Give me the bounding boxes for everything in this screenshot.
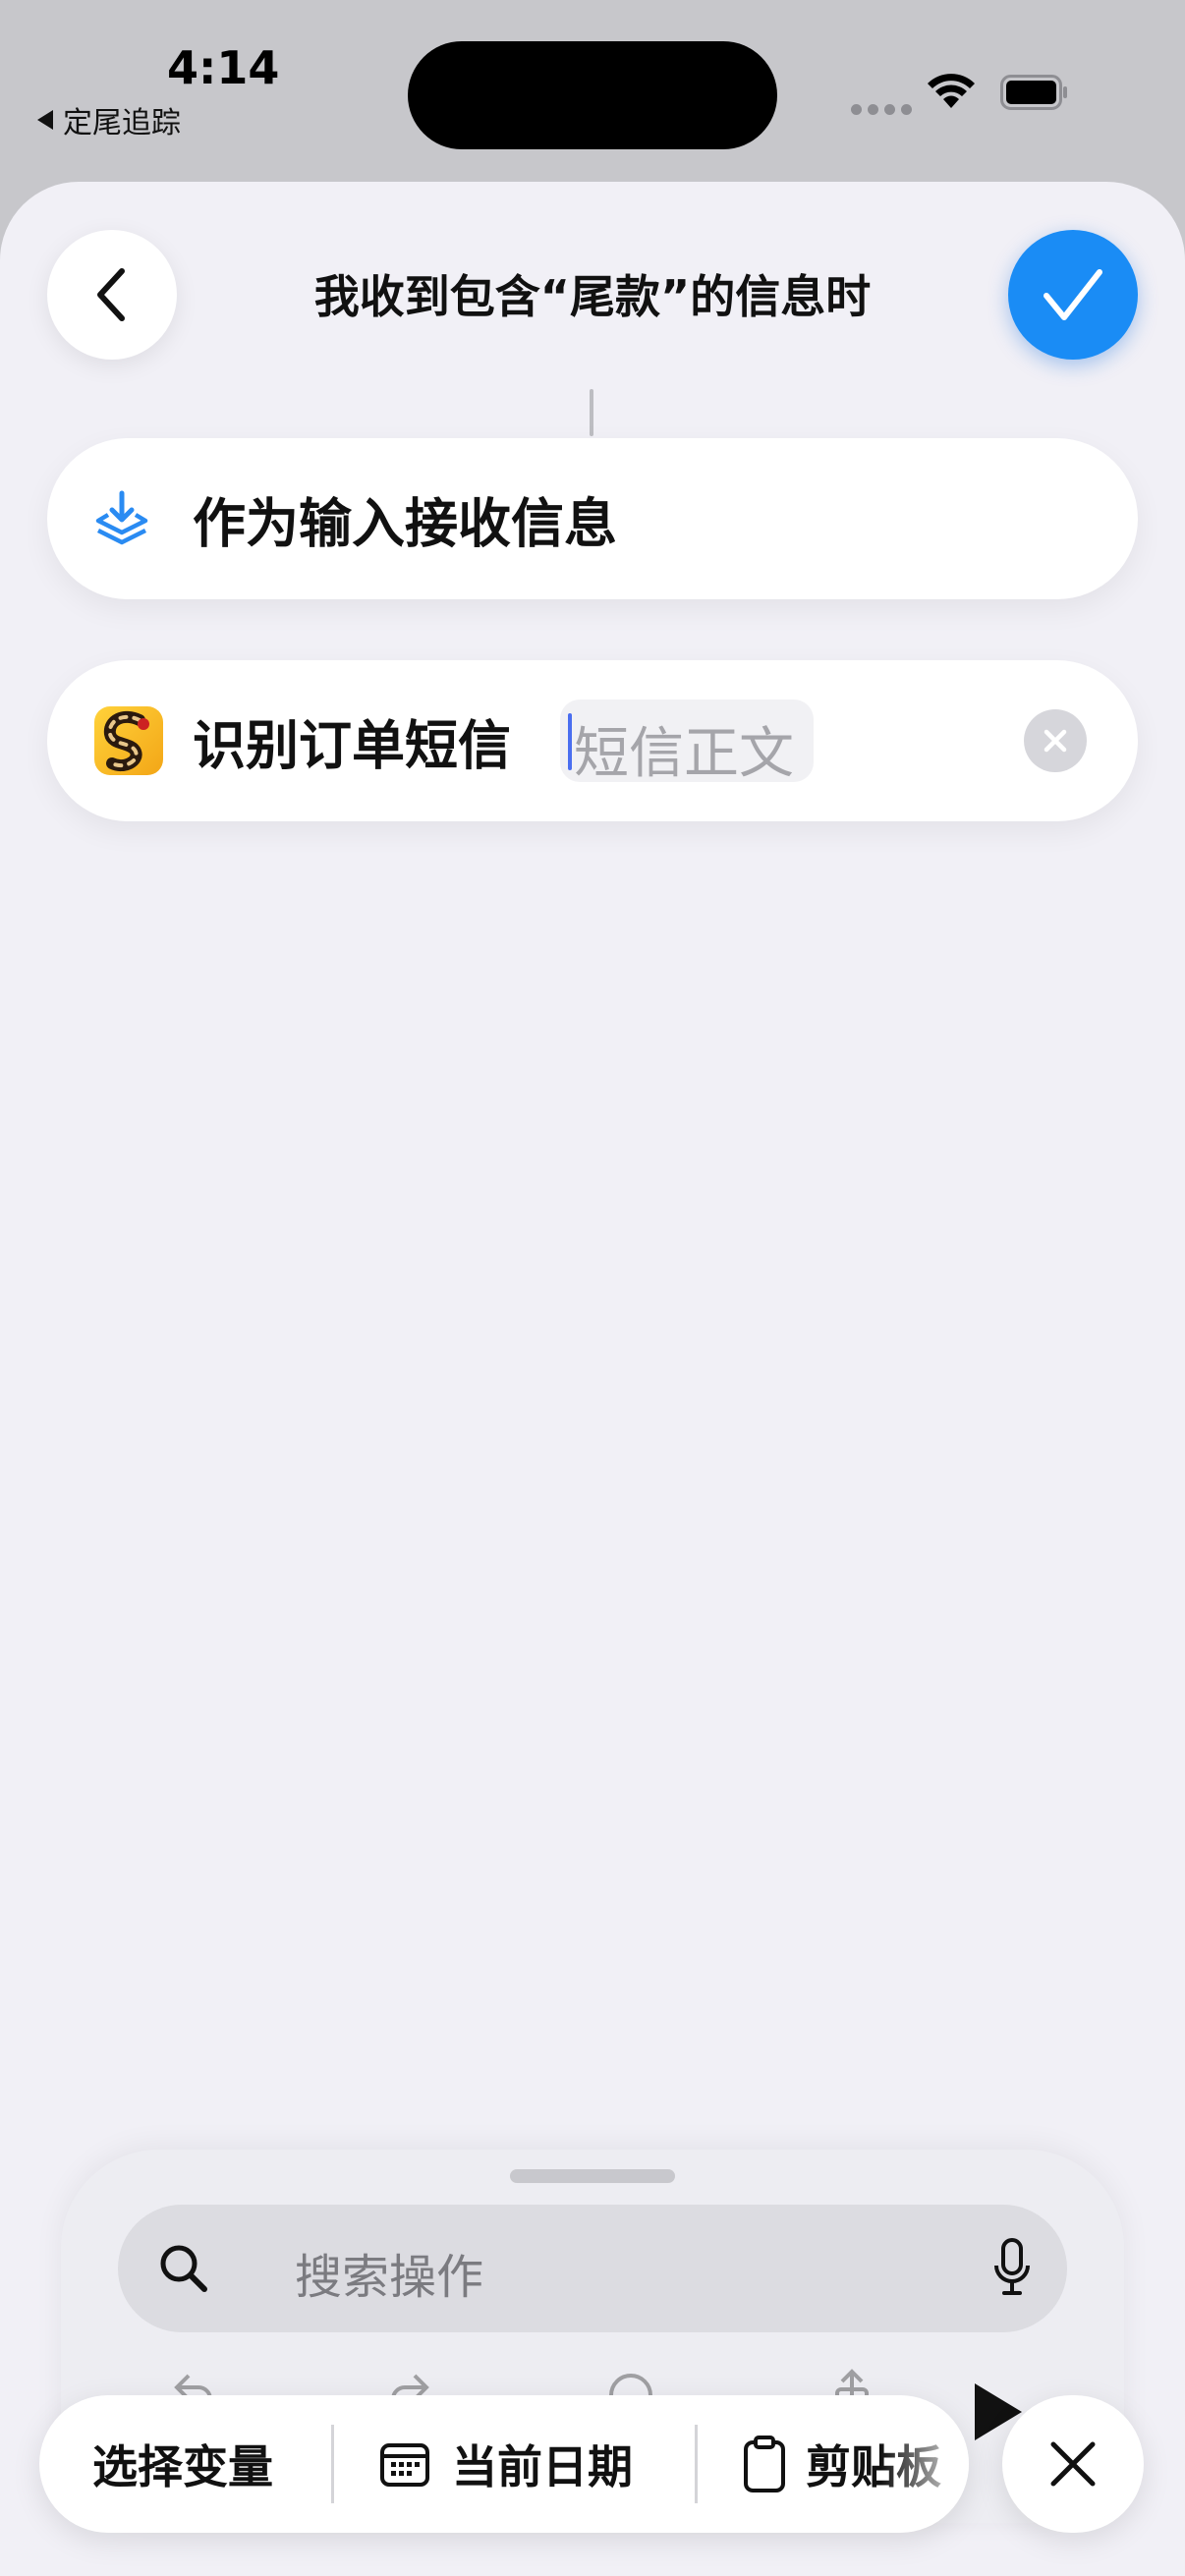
action-receive-input[interactable]: 作为输入接收信息 (47, 438, 1138, 599)
dynamic-island (408, 41, 777, 149)
status-bar: 4:14 定尾追踪 (0, 0, 1185, 187)
select-variable-label: 选择变量 (92, 2440, 273, 2493)
close-button[interactable] (1002, 2395, 1144, 2533)
search-bar[interactable]: 搜索操作 (118, 2205, 1067, 2332)
close-icon (1044, 729, 1067, 753)
scroll-fade (880, 2395, 969, 2533)
sms-body-token-field[interactable]: 短信正文 (560, 700, 814, 786)
text-cursor (568, 713, 572, 770)
variable-shortcut-bar: 选择变量 当前日期 剪贴板 (39, 2395, 969, 2533)
search-input[interactable]: 搜索操作 (295, 2238, 483, 2307)
close-icon (1050, 2441, 1096, 2487)
back-button[interactable] (47, 230, 177, 360)
back-to-app-link[interactable]: 定尾追踪 (37, 98, 181, 141)
select-variable-button[interactable]: 选择变量 (92, 2395, 273, 2533)
action-label: 作为输入接收信息 (193, 492, 617, 555)
checkmark-icon (1044, 269, 1102, 320)
microphone-icon[interactable] (992, 2236, 1032, 2299)
divider (695, 2425, 698, 2503)
status-time: 4:14 (167, 41, 280, 94)
drawer-grabber[interactable] (510, 2169, 675, 2183)
clipboard-icon (744, 2436, 785, 2492)
app-icon (94, 706, 163, 775)
wifi-icon (928, 74, 975, 108)
action-recognize-order-sms[interactable]: 识别订单短信 短信正文 (47, 660, 1138, 821)
receive-input-icon (95, 490, 148, 545)
divider (331, 2425, 334, 2503)
action-label: 识别订单短信 (193, 714, 511, 777)
cellular-signal-icon (851, 104, 912, 115)
remove-action-button[interactable] (1024, 709, 1087, 772)
token-placeholder: 短信正文 (574, 722, 794, 786)
current-date-button[interactable]: 当前日期 (379, 2395, 633, 2533)
flow-connector (590, 389, 593, 436)
search-icon (160, 2245, 207, 2292)
battery-icon (1000, 75, 1067, 110)
back-triangle-icon (37, 110, 53, 130)
page-title: 我收到包含“尾款”的信息时 (313, 270, 872, 323)
chevron-left-icon (97, 268, 125, 321)
done-button[interactable] (1008, 230, 1138, 360)
back-app-label: 定尾追踪 (63, 106, 181, 140)
current-date-label: 当前日期 (452, 2440, 633, 2493)
calendar-icon (380, 2443, 429, 2487)
